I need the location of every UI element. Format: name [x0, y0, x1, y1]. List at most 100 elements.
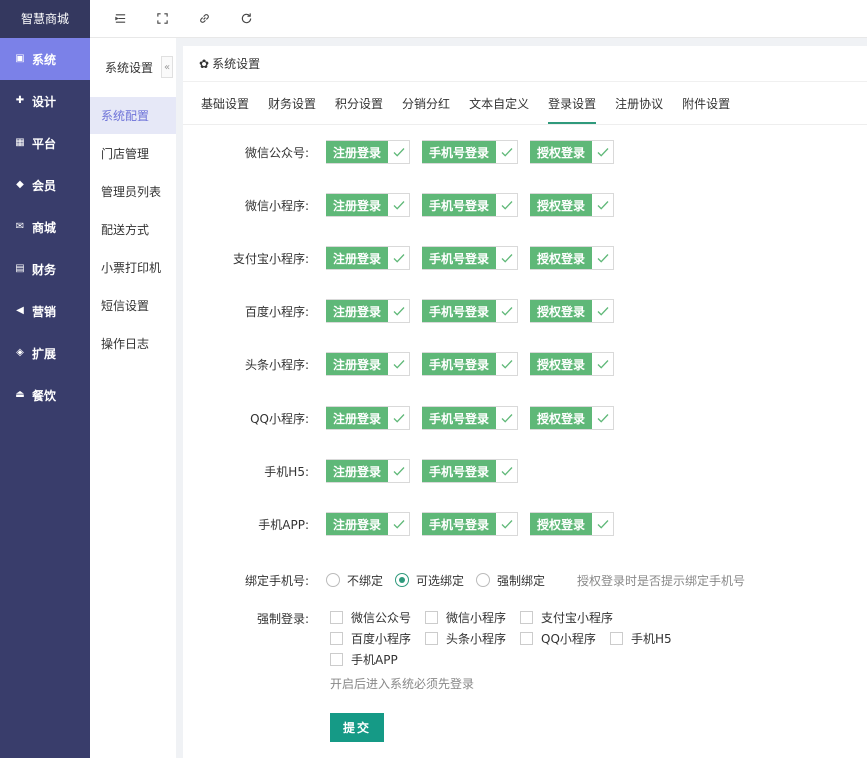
login-option-checkbox[interactable]: 注册登录 [326, 299, 411, 323]
settings-tab[interactable]: 财务设置 [268, 82, 316, 124]
row-label: 强制登录: [256, 611, 309, 626]
sidebar-item[interactable]: ▦ 平台 [0, 122, 90, 164]
login-option-checkbox[interactable]: 注册登录 [326, 246, 411, 270]
checkbox-box [330, 632, 343, 645]
row-label: 手机APP: [258, 517, 309, 532]
subnav-item[interactable]: 小票打印机 [90, 249, 176, 286]
settings-tab[interactable]: 文本自定义 [469, 82, 529, 124]
login-option-checkbox[interactable]: 注册登录 [326, 193, 411, 217]
settings-tab[interactable]: 基础设置 [201, 82, 249, 124]
force-login-checkbox[interactable]: 支付宝小程序 [520, 609, 613, 626]
force-login-checkbox[interactable]: 头条小程序 [425, 630, 506, 647]
check-icon [592, 141, 614, 163]
subnav-item[interactable]: 管理员列表 [90, 173, 176, 210]
login-option-checkbox[interactable]: 手机号登录 [422, 246, 519, 270]
login-option-checkbox[interactable]: 手机号登录 [422, 299, 519, 323]
option-label: 手机号登录 [422, 194, 497, 216]
sidebar-item[interactable]: ✚ 设计 [0, 80, 90, 122]
option-label: 授权登录 [530, 141, 593, 163]
sidebar-item[interactable]: ▤ 财务 [0, 248, 90, 290]
login-option-checkbox[interactable]: 授权登录 [530, 406, 615, 430]
cube-icon: ◈ [16, 347, 24, 358]
checkbox-label: 手机APP [351, 653, 398, 667]
checkbox-box [610, 632, 623, 645]
force-login-checkbox[interactable]: 微信公众号 [330, 609, 411, 626]
sidebar-item[interactable]: ▣ 系统 [0, 38, 90, 80]
sidebar-item[interactable]: ◆ 会员 [0, 164, 90, 206]
login-option-checkbox[interactable]: 授权登录 [530, 140, 615, 164]
check-icon [388, 460, 410, 482]
subnav-item[interactable]: 配送方式 [90, 211, 176, 248]
settings-tab[interactable]: 登录设置 [548, 82, 597, 124]
check-icon [592, 407, 614, 429]
login-option-checkbox[interactable]: 手机号登录 [422, 459, 519, 483]
bind-phone-radio[interactable]: 强制绑定 [476, 572, 545, 589]
check-icon [496, 194, 518, 216]
sidebar-item-label: 餐饮 [32, 388, 57, 403]
option-label: 授权登录 [530, 247, 593, 269]
login-option-checkbox[interactable]: 授权登录 [530, 246, 615, 270]
row-label: 微信小程序: [244, 198, 309, 213]
force-login-checkbox[interactable]: 微信小程序 [425, 609, 506, 626]
subnav-item[interactable]: 系统配置 [90, 97, 176, 134]
option-label: 手机号登录 [422, 300, 497, 322]
menu-fold-icon[interactable] [112, 11, 128, 27]
force-login-checkbox[interactable]: 手机APP [330, 651, 398, 668]
option-label: 注册登录 [326, 141, 389, 163]
sidebar-item-label: 营销 [32, 304, 57, 319]
sidebar-item-label: 扩展 [32, 346, 57, 361]
login-option-checkbox[interactable]: 手机号登录 [422, 352, 519, 376]
option-label: 授权登录 [530, 407, 593, 429]
login-option-checkbox[interactable]: 注册登录 [326, 459, 411, 483]
check-icon [388, 247, 410, 269]
settings-tab[interactable]: 注册协议 [615, 82, 663, 124]
option-label: 注册登录 [326, 407, 389, 429]
sidebar-item[interactable]: ◀ 营销 [0, 290, 90, 332]
login-option-checkbox[interactable]: 授权登录 [530, 299, 615, 323]
row-label: 百度小程序: [244, 304, 309, 319]
login-option-checkbox[interactable]: 手机号登录 [422, 512, 519, 536]
panel-title: ✿ 系统设置 [183, 46, 867, 82]
row-label: 支付宝小程序: [232, 251, 309, 266]
fullscreen-icon[interactable] [154, 11, 170, 27]
sidebar-item[interactable]: ⏏ 餐饮 [0, 374, 90, 416]
refresh-icon[interactable] [238, 11, 254, 27]
option-label: 授权登录 [530, 513, 593, 535]
subnav-item[interactable]: 门店管理 [90, 135, 176, 172]
login-option-checkbox[interactable]: 手机号登录 [422, 193, 519, 217]
link-icon[interactable] [196, 11, 212, 27]
bind-phone-radio[interactable]: 不绑定 [326, 572, 383, 589]
sidebar-item-label: 设计 [32, 94, 57, 109]
settings-tab[interactable]: 附件设置 [682, 82, 730, 124]
login-row: 手机H5: 注册登录 手机号登录 [183, 459, 530, 483]
login-option-checkbox[interactable]: 授权登录 [530, 193, 615, 217]
force-login-checkbox[interactable]: QQ小程序 [520, 630, 596, 647]
settings-tab[interactable]: 积分设置 [335, 82, 383, 124]
sidebar-item[interactable]: ◈ 扩展 [0, 332, 90, 374]
option-label: 手机号登录 [422, 353, 497, 375]
login-option-checkbox[interactable]: 授权登录 [530, 352, 615, 376]
submit-button[interactable]: 提交 [330, 713, 384, 742]
check-icon [388, 407, 410, 429]
force-login-checkbox[interactable]: 百度小程序 [330, 630, 411, 647]
subnav-item[interactable]: 操作日志 [90, 325, 176, 362]
login-row: 支付宝小程序: 注册登录 手机号登录 授权登录 [183, 246, 626, 270]
login-option-checkbox[interactable]: 手机号登录 [422, 140, 519, 164]
settings-tab[interactable]: 分销分红 [402, 82, 450, 124]
login-option-checkbox[interactable]: 注册登录 [326, 140, 411, 164]
row-label: 绑定手机号: [244, 573, 309, 588]
login-option-checkbox[interactable]: 注册登录 [326, 406, 411, 430]
login-option-checkbox[interactable]: 授权登录 [530, 512, 615, 536]
subnav-item[interactable]: 短信设置 [90, 287, 176, 324]
sidebar-item[interactable]: ✉ 商城 [0, 206, 90, 248]
radio-label: 强制绑定 [497, 573, 546, 588]
force-login-checkbox[interactable]: 手机H5 [610, 630, 672, 647]
collapse-icon[interactable]: « [161, 56, 173, 78]
checkbox-label: 手机H5 [631, 632, 672, 646]
bind-phone-radio[interactable]: 可选绑定 [395, 572, 464, 589]
login-option-checkbox[interactable]: 注册登录 [326, 352, 411, 376]
check-icon [388, 194, 410, 216]
login-option-checkbox[interactable]: 手机号登录 [422, 406, 519, 430]
option-label: 注册登录 [326, 300, 389, 322]
login-option-checkbox[interactable]: 注册登录 [326, 512, 411, 536]
